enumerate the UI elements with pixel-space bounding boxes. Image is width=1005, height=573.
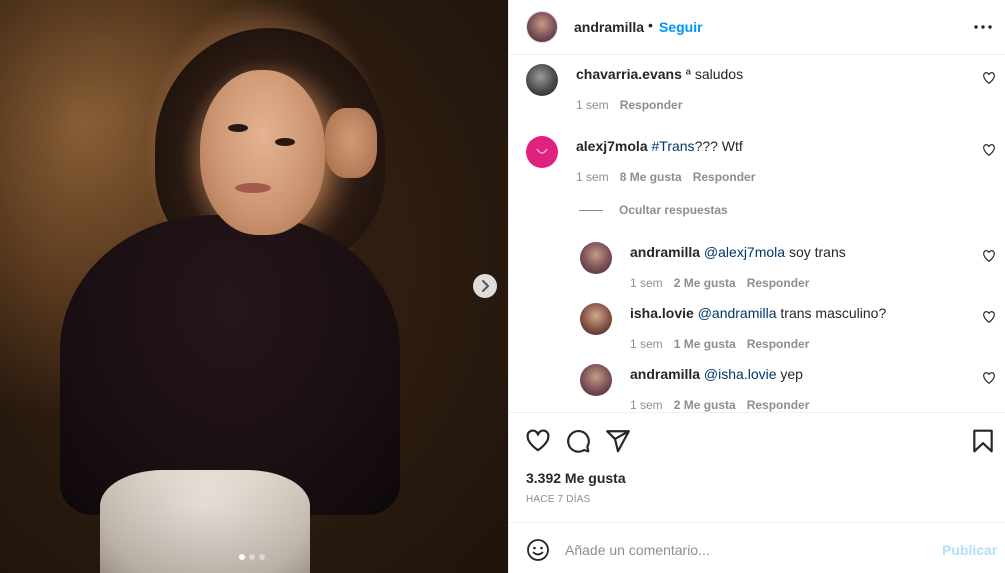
comment-text: andramilla @alexj7mola soy trans — [630, 244, 846, 260]
comment-body: yep — [776, 366, 803, 382]
mention-link[interactable]: @alexj7mola — [704, 244, 785, 260]
like-comment-icon[interactable] — [982, 310, 996, 324]
mention-link[interactable]: @andramilla — [698, 305, 777, 321]
comment-username[interactable]: andramilla — [630, 244, 700, 260]
reply-button[interactable]: Responder — [747, 276, 810, 290]
comment-username[interactable]: isha.lovie — [630, 305, 694, 321]
avatar[interactable] — [526, 136, 558, 168]
avatar[interactable] — [526, 64, 558, 96]
post-header: andramilla • Seguir — [509, 0, 1005, 55]
chevron-right-icon — [482, 280, 489, 292]
heart-icon[interactable] — [525, 428, 551, 454]
comment-body: ª saludos — [685, 66, 744, 82]
post-details-panel: andramilla • Seguir chavarria.evans ª sa… — [508, 0, 1005, 573]
add-comment-bar: Publicar — [509, 522, 1005, 573]
reply-button[interactable]: Responder — [747, 337, 810, 351]
comment-meta: 1 sem 1 Me gusta Responder — [630, 337, 809, 351]
photo-vignette — [0, 0, 508, 573]
post-date[interactable]: HACE 7 DÍAS — [526, 494, 590, 505]
comment-time[interactable]: 1 sem — [630, 398, 663, 412]
comment-text: chavarria.evans ª saludos — [576, 66, 743, 82]
comment-text: andramilla @isha.lovie yep — [630, 366, 803, 382]
comment-time[interactable]: 1 sem — [630, 276, 663, 290]
comment-body: trans masculino? — [776, 305, 887, 321]
comment-time[interactable]: 1 sem — [576, 170, 609, 184]
hide-replies-label: Ocultar respuestas — [619, 203, 728, 217]
post-actions: 3.392 Me gusta HACE 7 DÍAS — [509, 412, 1005, 522]
avatar[interactable] — [526, 11, 558, 43]
emoji-icon[interactable] — [526, 538, 550, 562]
carousel-dot — [239, 554, 245, 560]
comment-body: ??? Wtf — [694, 138, 743, 154]
comment-meta: 1 sem Responder — [576, 98, 682, 112]
comment-text: alexj7mola #Trans??? Wtf — [576, 138, 743, 154]
more-options-button[interactable] — [971, 17, 995, 37]
post-author-username[interactable]: andramilla — [574, 19, 644, 35]
more-options-icon — [974, 25, 992, 29]
comment-meta: 1 sem 2 Me gusta Responder — [630, 276, 809, 290]
comment-likes[interactable]: 1 Me gusta — [674, 337, 736, 351]
like-comment-icon[interactable] — [982, 71, 996, 85]
comment-text: isha.lovie @andramilla trans masculino? — [630, 305, 886, 321]
publish-button[interactable]: Publicar — [942, 542, 997, 558]
like-comment-icon[interactable] — [982, 143, 996, 157]
carousel-dot — [259, 554, 265, 560]
hashtag-link[interactable]: #Trans — [652, 138, 695, 154]
follow-button[interactable]: Seguir — [659, 19, 703, 35]
header-separator: • — [648, 17, 653, 33]
comment-body: soy trans — [785, 244, 846, 260]
reply-button[interactable]: Responder — [747, 398, 810, 412]
reply-button[interactable]: Responder — [620, 98, 683, 112]
carousel-next-button[interactable] — [473, 274, 497, 298]
like-comment-icon[interactable] — [982, 371, 996, 385]
avatar[interactable] — [580, 364, 612, 396]
hide-replies-line — [579, 209, 603, 211]
comments-list[interactable]: chavarria.evans ª saludos 1 sem Responde… — [509, 56, 1005, 412]
reply-button[interactable]: Responder — [693, 170, 756, 184]
comment-username[interactable]: chavarria.evans — [576, 66, 682, 82]
comment-username[interactable]: alexj7mola — [576, 138, 648, 154]
avatar[interactable] — [580, 242, 612, 274]
comment-likes[interactable]: 8 Me gusta — [620, 170, 682, 184]
comment-input[interactable] — [565, 537, 925, 563]
comment-username[interactable]: andramilla — [630, 366, 700, 382]
comment-meta: 1 sem 2 Me gusta Responder — [630, 398, 809, 412]
comment-icon[interactable] — [565, 428, 591, 454]
post-likes-count[interactable]: 3.392 Me gusta — [526, 470, 626, 486]
avatar[interactable] — [580, 303, 612, 335]
comment-likes[interactable]: 2 Me gusta — [674, 398, 736, 412]
comment-time[interactable]: 1 sem — [576, 98, 609, 112]
comment-time[interactable]: 1 sem — [630, 337, 663, 351]
carousel-indicator — [239, 554, 265, 560]
bookmark-icon[interactable] — [970, 428, 996, 454]
carousel-dot — [249, 554, 255, 560]
comment-meta: 1 sem 8 Me gusta Responder — [576, 170, 755, 184]
hide-replies-button[interactable]: Ocultar respuestas — [579, 203, 728, 217]
mention-link[interactable]: @isha.lovie — [704, 366, 777, 382]
avatar-symbol-icon — [536, 148, 548, 154]
like-comment-icon[interactable] — [982, 249, 996, 263]
comment-likes[interactable]: 2 Me gusta — [674, 276, 736, 290]
share-icon[interactable] — [605, 428, 631, 454]
post-media[interactable] — [0, 0, 508, 573]
